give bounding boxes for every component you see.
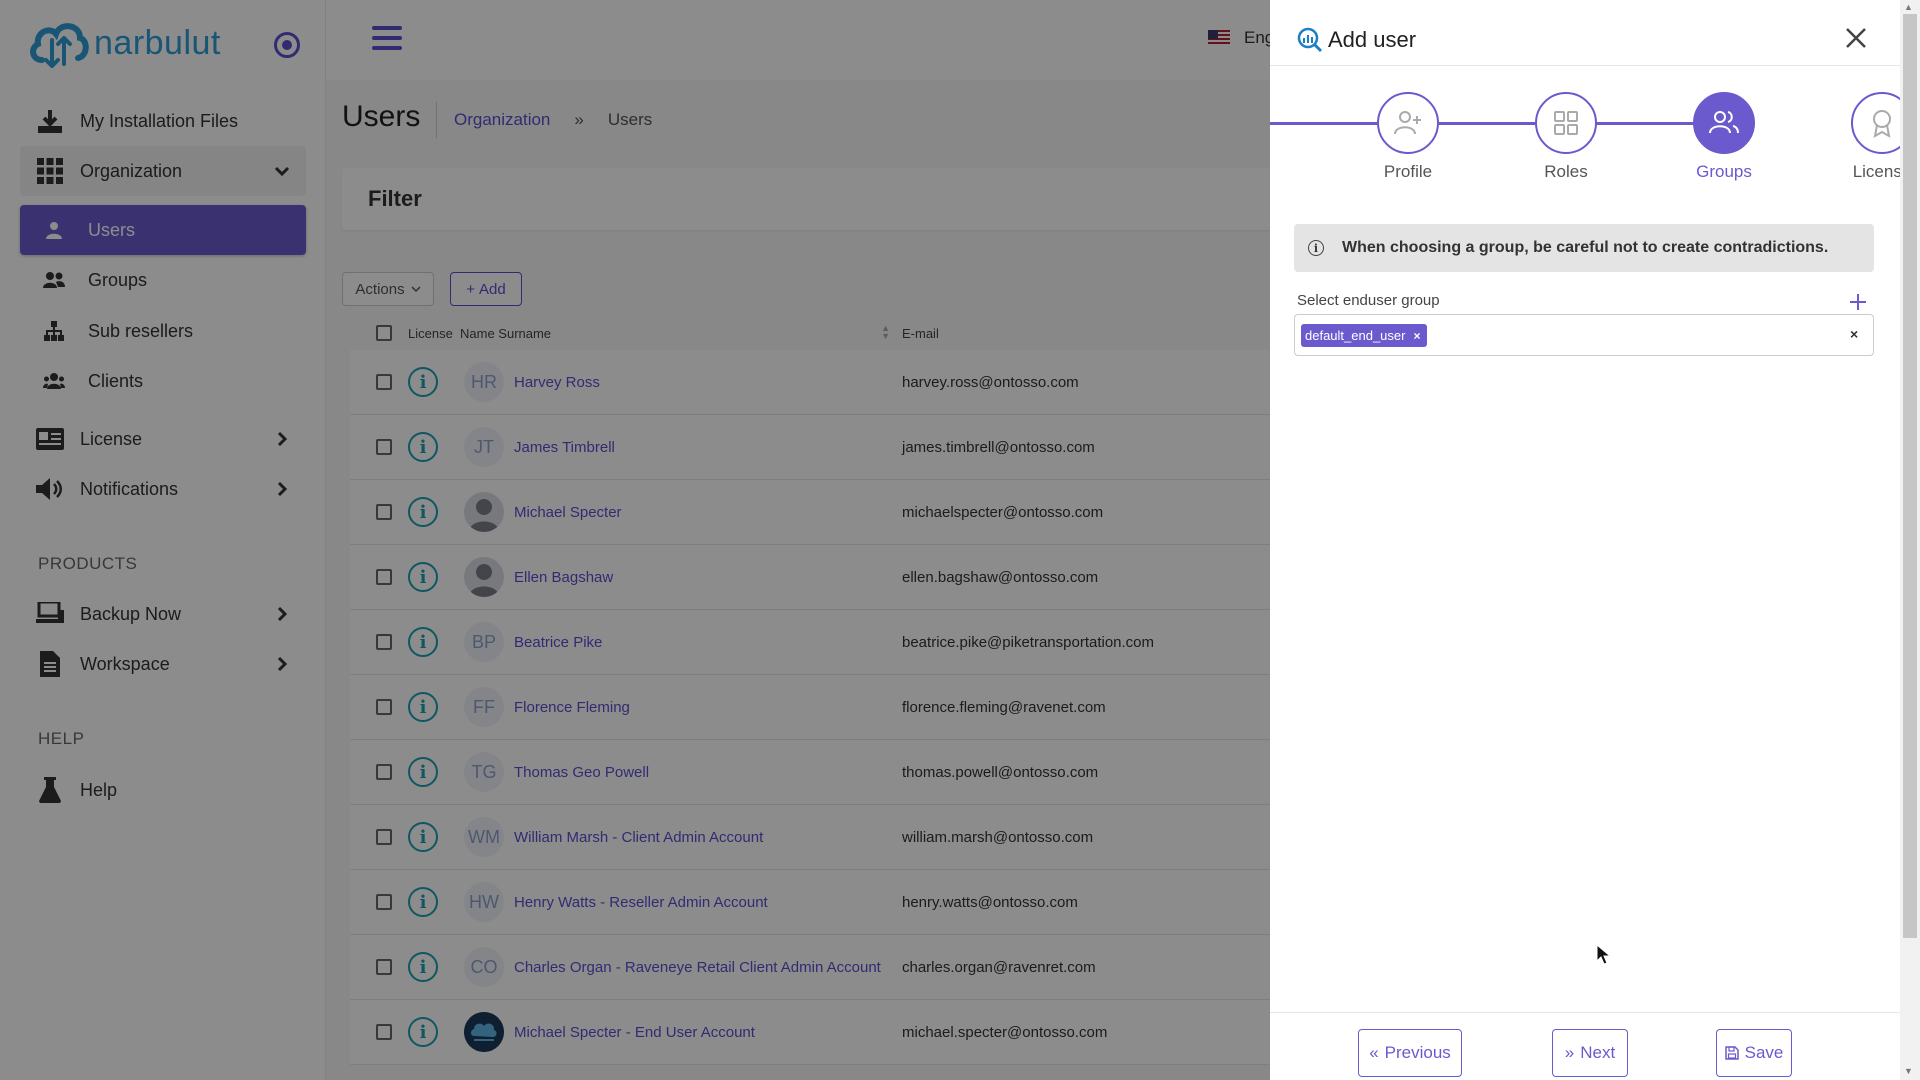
step-profile[interactable]: Profile: [1348, 92, 1468, 182]
panel-title-text: Add user: [1328, 27, 1417, 52]
step-label: Groups: [1696, 162, 1752, 181]
group-warning-alert: i When choosing a group, be careful not …: [1294, 224, 1874, 272]
add-group-icon[interactable]: [1848, 292, 1868, 312]
stepper: Profile Roles Groups License: [1270, 92, 1913, 192]
search-chart-icon: [1297, 27, 1323, 53]
clear-selection-icon[interactable]: ×: [1850, 326, 1858, 342]
previous-label: Previous: [1384, 1043, 1451, 1062]
double-chevron-left-icon: «: [1369, 1043, 1379, 1062]
info-icon: i: [1308, 240, 1324, 256]
close-icon[interactable]: [1844, 26, 1868, 50]
users-icon: [1709, 111, 1739, 134]
stepper-progress-line: [1270, 122, 1702, 125]
previous-button[interactable]: « Previous: [1358, 1029, 1462, 1077]
user-plus-icon: [1394, 111, 1421, 135]
scrollbar-thumb[interactable]: [1903, 14, 1917, 938]
next-label: Next: [1580, 1043, 1616, 1062]
step-groups[interactable]: Groups: [1664, 92, 1784, 182]
floppy-icon: [1724, 1046, 1739, 1060]
enduser-group-label: Select enduser group: [1297, 292, 1440, 309]
alert-text: When choosing a group, be careful not to…: [1342, 239, 1829, 256]
step-label: Profile: [1383, 162, 1433, 181]
step-roles[interactable]: Roles: [1506, 92, 1626, 182]
award-icon: [1873, 110, 1891, 138]
tag-label: default_end_user: [1305, 328, 1406, 343]
save-button[interactable]: Save: [1716, 1029, 1792, 1077]
mouse-cursor-icon: [1596, 944, 1612, 965]
save-label: Save: [1744, 1043, 1784, 1062]
grid-icon: [1554, 111, 1578, 135]
panel-title: Add user: [1296, 26, 1416, 54]
panel-header: Add user: [1270, 0, 1900, 66]
step-label: Roles: [1544, 162, 1588, 181]
modal-backdrop[interactable]: [0, 0, 1270, 1080]
scroll-down-icon[interactable]: ▼: [1904, 1066, 1913, 1076]
add-user-panel: Add user Profile Roles Groups License i …: [1270, 0, 1913, 1080]
double-chevron-right-icon: »: [1564, 1043, 1575, 1062]
selected-group-tag: default_end_user ×: [1301, 324, 1427, 347]
remove-tag-icon[interactable]: ×: [1413, 329, 1420, 343]
enduser-group-select[interactable]: default_end_user × ×: [1294, 314, 1874, 356]
next-button[interactable]: » Next: [1552, 1029, 1628, 1077]
panel-footer: « Previous » Next Save: [1270, 1012, 1900, 1080]
scroll-up-icon[interactable]: ▲: [1904, 2, 1913, 12]
